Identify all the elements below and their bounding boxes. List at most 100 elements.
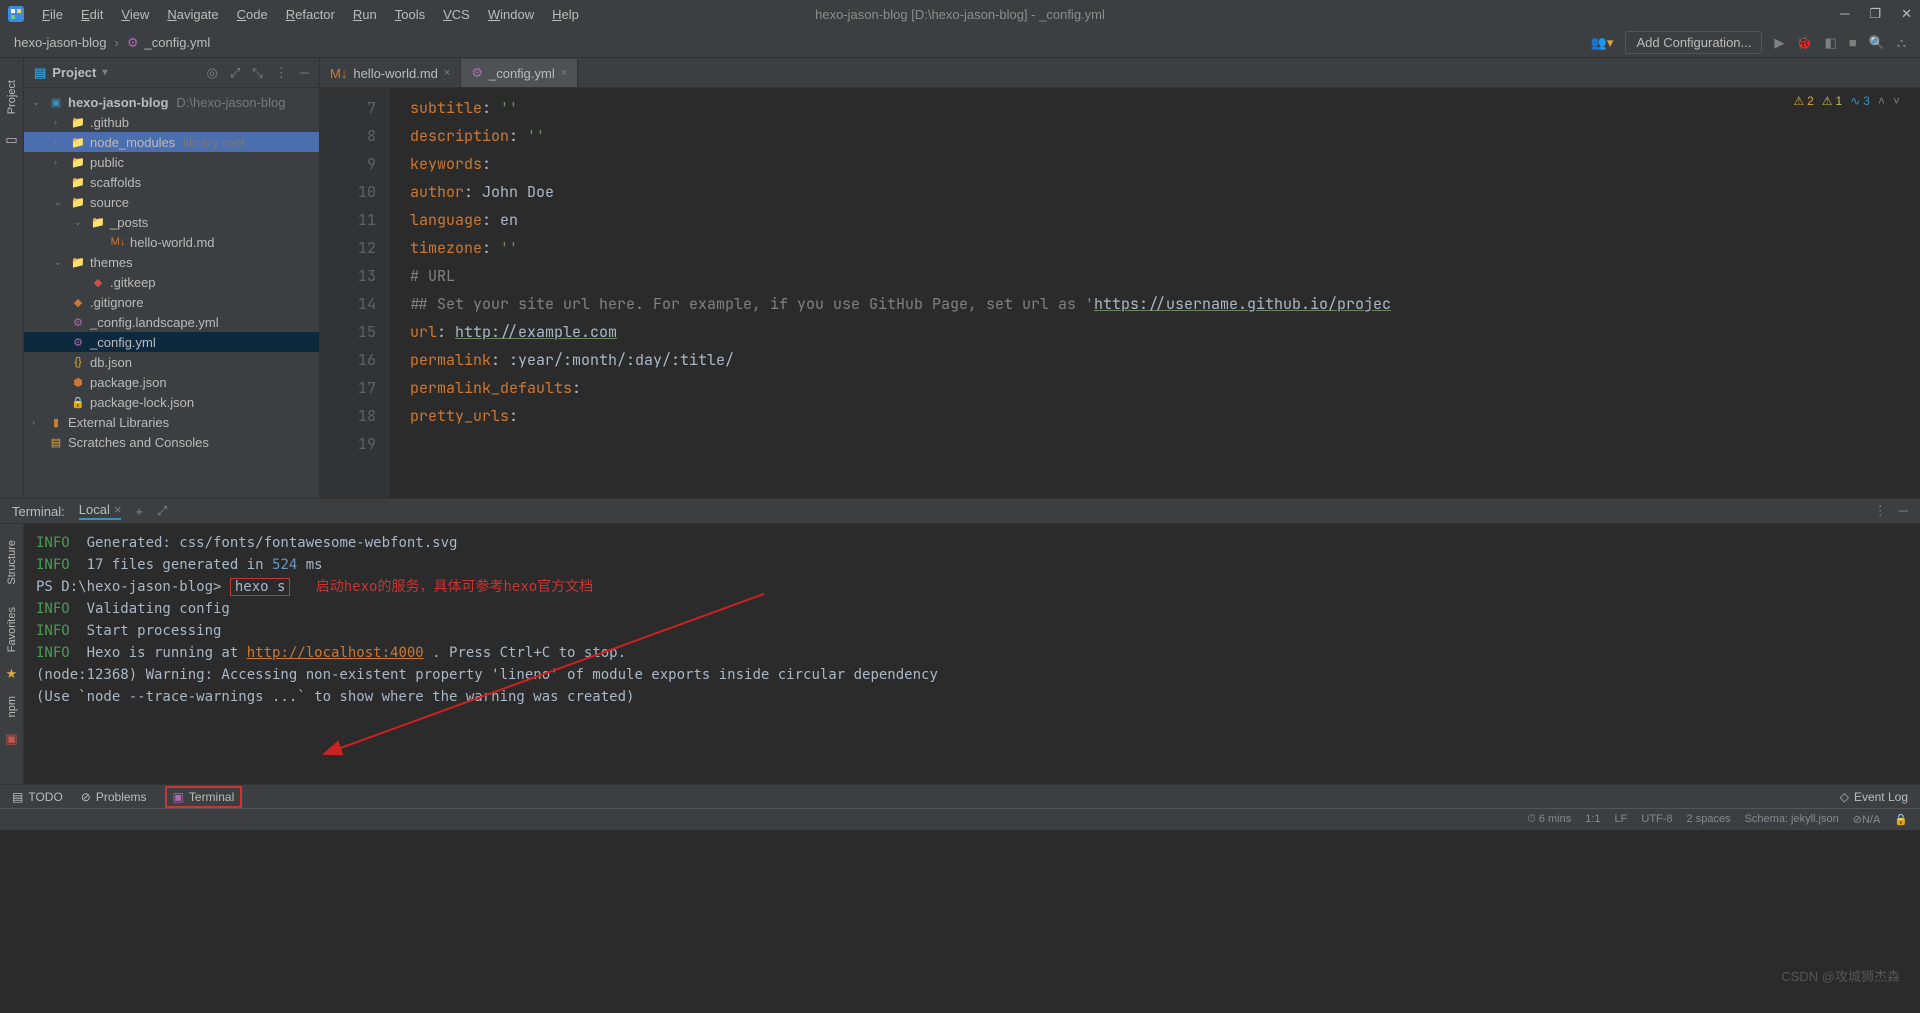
status-item-6[interactable]: ⊘N/A [1853, 813, 1881, 826]
remote-host-icon[interactable]: ▭ [5, 132, 17, 148]
close-icon[interactable]: × [114, 502, 122, 517]
editor-body[interactable]: 78910111213141516171819 subtitle: ''desc… [320, 88, 1920, 498]
status-item-7[interactable]: 🔒 [1894, 813, 1908, 826]
minimize-icon[interactable]: ─ [1840, 6, 1849, 22]
scratches-consoles[interactable]: ▤Scratches and Consoles [24, 432, 319, 452]
tree-item-db.json[interactable]: {}db.json [24, 352, 319, 372]
tree-item-themes[interactable]: ⌄📁themes [24, 252, 319, 272]
chevron-down-icon[interactable]: ˅ [1893, 94, 1900, 108]
breadcrumb-root[interactable]: hexo-jason-blog [14, 35, 107, 50]
main-layout: Project ▭ ▤Project ▾ ◎ ⤢ ⤡ ⋮ ─ ⌄▣ hexo-j… [0, 58, 1920, 498]
collapse-icon[interactable]: ⤡ [252, 65, 262, 81]
tab-hello-world.md[interactable]: M↓hello-world.md× [320, 59, 461, 87]
terminal-tab-local[interactable]: Local × [79, 502, 122, 520]
project-title[interactable]: ▤Project ▾ [34, 65, 107, 81]
tree-item-node_modules[interactable]: ›📁node_moduleslibrary root [24, 132, 319, 152]
hide-icon[interactable]: ─ [1899, 503, 1908, 519]
menu-view[interactable]: View [113, 4, 157, 25]
menu-run[interactable]: Run [345, 4, 385, 25]
breadcrumb[interactable]: hexo-jason-blog › ⚙ _config.yml [14, 35, 210, 51]
tree-item-.github[interactable]: ›📁.github [24, 112, 319, 132]
inspections-widget[interactable]: ⚠2 ⚠1 ∿3 ˄ ˅ [1793, 94, 1900, 108]
tree-root[interactable]: ⌄▣ hexo-jason-blog D:\hexo-jason-blog [24, 92, 319, 112]
project-header: ▤Project ▾ ◎ ⤢ ⤡ ⋮ ─ [24, 58, 319, 88]
maximize-icon[interactable]: ❐ [1869, 6, 1881, 22]
tree-item-hello-world.md[interactable]: M↓hello-world.md [24, 232, 319, 252]
left-gutter-bottom: Structure Favorites ★ npm ▣ [0, 524, 24, 784]
problems-tool-button[interactable]: ⊘ Problems [81, 790, 147, 804]
expand-icon[interactable]: ⤢ [230, 65, 240, 81]
tree-item-_config.yml[interactable]: ⚙_config.yml [24, 332, 319, 352]
project-tree[interactable]: ⌄▣ hexo-jason-blog D:\hexo-jason-blog ›📁… [24, 88, 319, 498]
more-icon[interactable]: ⋮ [275, 65, 288, 81]
search-icon[interactable]: 🔍 [1869, 35, 1885, 51]
menu-tools[interactable]: Tools [387, 4, 433, 25]
tree-item-public[interactable]: ›📁public [24, 152, 319, 172]
stop-icon[interactable]: ■ [1849, 35, 1857, 50]
structure-tool-button[interactable]: Structure [6, 532, 18, 593]
menu-edit[interactable]: Edit [73, 4, 111, 25]
menu-window[interactable]: Window [480, 4, 542, 25]
status-item-4[interactable]: 2 spaces [1687, 813, 1731, 826]
settings-icon[interactable]: ⛬ [1897, 35, 1906, 51]
code-area[interactable]: subtitle: ''description: ''keywords: aut… [390, 88, 1920, 498]
menu-code[interactable]: Code [229, 4, 276, 25]
more-icon[interactable]: ⋮ [1874, 503, 1887, 519]
external-libraries[interactable]: ›▮External Libraries [24, 412, 319, 432]
menu-file[interactable]: File [34, 4, 71, 25]
star-icon[interactable]: ★ [6, 666, 18, 682]
tree-item-package.json[interactable]: ⬢package.json [24, 372, 319, 392]
status-item-1[interactable]: 1:1 [1585, 813, 1600, 826]
npm-tool-button[interactable]: npm [6, 688, 18, 725]
tab-_config.yml[interactable]: ⚙_config.yml× [461, 59, 578, 87]
close-icon[interactable]: × [561, 67, 567, 79]
event-log-button[interactable]: ◇ Event Log [1840, 790, 1908, 804]
terminal-tool-button[interactable]: ▣ Terminal [165, 786, 243, 808]
coverage-icon[interactable]: ◧ [1825, 35, 1837, 51]
window-controls: ─ ❐ ✕ [1840, 6, 1912, 22]
todo-tool-button[interactable]: ▤ TODO [12, 790, 63, 804]
hide-icon[interactable]: ─ [300, 65, 309, 81]
left-gutter: Project ▭ [0, 58, 24, 498]
project-tool-icon[interactable]: Project [6, 80, 18, 114]
editor: M↓hello-world.md×⚙_config.yml× ⚠2 ⚠1 ∿3 … [320, 58, 1920, 498]
tree-item-_config.landscape.yml[interactable]: ⚙_config.landscape.yml [24, 312, 319, 332]
typo-icon[interactable]: ∿3 [1850, 94, 1870, 108]
status-bar: ⏱ 6 mins 1:1 LF UTF-8 2 spaces Schema: jekyll… [0, 808, 1920, 830]
close-icon[interactable]: ✕ [1901, 6, 1912, 22]
npm-icon[interactable]: ▣ [5, 731, 17, 747]
tree-item-package-lock.json[interactable]: 🔒package-lock.json [24, 392, 319, 412]
status-item-0[interactable]: ⏱ 6 mins [1527, 813, 1571, 826]
status-item-5[interactable]: Schema: jekyll.json [1745, 813, 1839, 826]
target-icon[interactable]: ◎ [207, 65, 218, 81]
tree-item-source[interactable]: ⌄📁source [24, 192, 319, 212]
run-icon[interactable]: ▶ [1774, 35, 1784, 51]
people-icon[interactable]: 👥▾ [1591, 35, 1614, 51]
favorites-tool-button[interactable]: Favorites [6, 599, 18, 660]
tree-item-.gitignore[interactable]: ◆.gitignore [24, 292, 319, 312]
tree-item-.gitkeep[interactable]: ◆.gitkeep [24, 272, 319, 292]
status-item-2[interactable]: LF [1615, 813, 1628, 826]
terminal-title: Terminal: [12, 504, 65, 519]
add-terminal-button[interactable]: + [135, 504, 143, 519]
breadcrumb-file[interactable]: _config.yml [145, 35, 211, 50]
expand-terminal-icon[interactable]: ⤢ [157, 503, 167, 519]
navigation-bar: hexo-jason-blog › ⚙ _config.yml 👥▾ Add C… [0, 28, 1920, 58]
menu-refactor[interactable]: Refactor [278, 4, 343, 25]
terminal-panel[interactable]: INFO Generated: css/fonts/fontawesome-we… [24, 524, 1920, 784]
menu-vcs[interactable]: VCS [435, 4, 478, 25]
menu-help[interactable]: Help [544, 4, 587, 25]
terminal-header: Terminal: Local × + ⤢ ⋮ ─ [0, 498, 1920, 524]
close-icon[interactable]: × [444, 67, 450, 79]
weak-warning-icon[interactable]: ⚠1 [1822, 94, 1842, 108]
menu-navigate[interactable]: Navigate [159, 4, 226, 25]
tree-item-scaffolds[interactable]: 📁scaffolds [24, 172, 319, 192]
debug-icon[interactable]: 🐞 [1796, 35, 1812, 51]
chevron-up-icon[interactable]: ˄ [1878, 94, 1885, 108]
status-item-3[interactable]: UTF-8 [1641, 813, 1672, 826]
warning-icon[interactable]: ⚠2 [1793, 94, 1813, 108]
window-title: hexo-jason-blog [D:\hexo-jason-blog] - _… [815, 7, 1105, 22]
tree-item-_posts[interactable]: ⌄📁_posts [24, 212, 319, 232]
add-configuration-button[interactable]: Add Configuration... [1625, 31, 1762, 54]
watermark: CSDN @攻城狮杰森 [1781, 966, 1900, 985]
